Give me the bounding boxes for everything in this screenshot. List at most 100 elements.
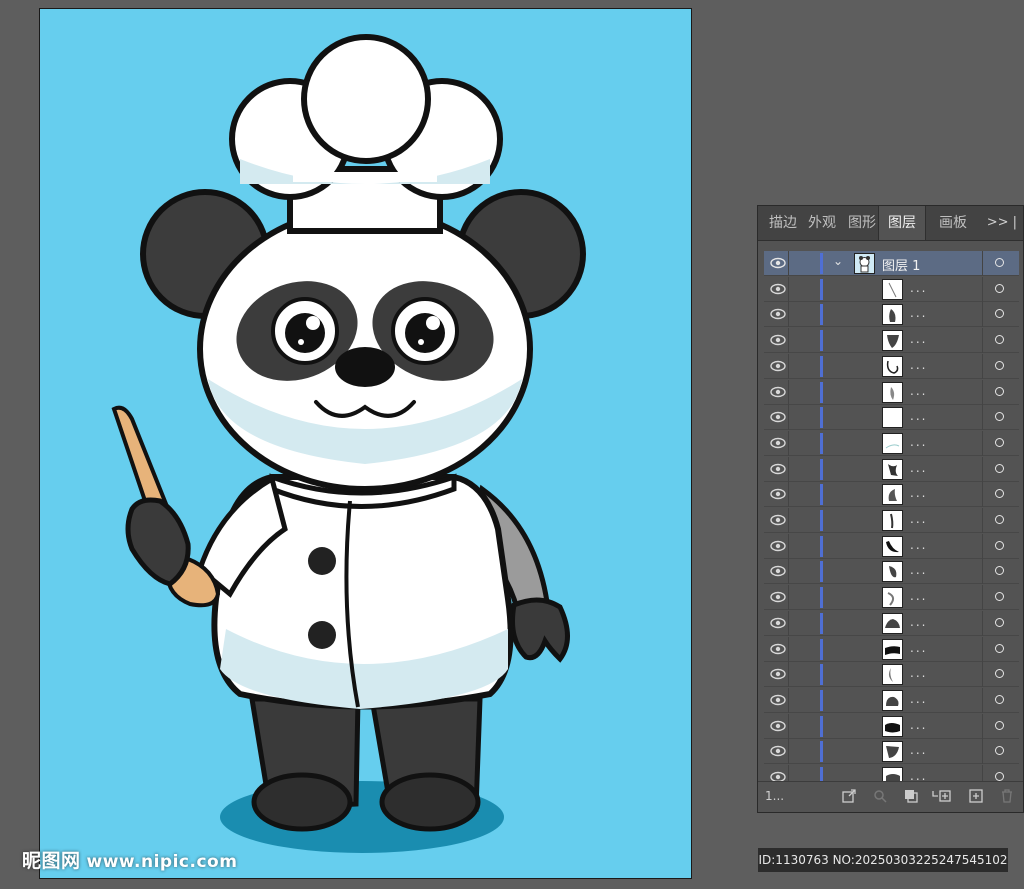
target-circle-icon[interactable] — [995, 412, 1004, 422]
layer-row[interactable]: ... — [764, 610, 1019, 636]
layer-row[interactable]: ... — [764, 482, 1019, 508]
layer-row[interactable]: ... — [764, 353, 1019, 379]
visibility-eye-icon[interactable] — [770, 591, 786, 603]
visibility-eye-icon[interactable] — [770, 257, 786, 269]
tab-stroke[interactable]: 描边 — [769, 206, 797, 240]
visibility-eye-icon[interactable] — [770, 540, 786, 552]
target-circle-icon[interactable] — [995, 258, 1004, 267]
new-layer-icon[interactable] — [969, 789, 983, 803]
search-icon[interactable] — [873, 789, 887, 803]
layer-name[interactable]: ... — [910, 641, 927, 655]
layer-name[interactable]: ... — [910, 461, 927, 475]
panel-menu-button[interactable]: >> | — [987, 206, 1017, 240]
target-circle-icon[interactable] — [995, 720, 1004, 730]
layer-row[interactable]: ... — [764, 739, 1019, 765]
target-circle-icon[interactable] — [995, 335, 1004, 345]
target-circle-icon[interactable] — [995, 592, 1004, 602]
layer-name[interactable]: ... — [910, 281, 927, 295]
layer-row[interactable]: ... — [764, 585, 1019, 611]
layer-name[interactable]: ... — [910, 332, 927, 346]
visibility-eye-icon[interactable] — [770, 463, 786, 475]
layer-name[interactable]: ... — [910, 615, 927, 629]
visibility-eye-icon[interactable] — [770, 360, 786, 372]
layer-name[interactable]: ... — [910, 409, 927, 423]
target-circle-icon[interactable] — [995, 746, 1004, 756]
target-circle-icon[interactable] — [995, 540, 1004, 550]
layer-row[interactable]: ... — [764, 559, 1019, 585]
layer-name[interactable]: ... — [910, 512, 927, 526]
new-sublayer-icon[interactable] — [932, 789, 952, 803]
layer-name[interactable]: ... — [910, 384, 927, 398]
layer-name[interactable]: ... — [910, 743, 927, 757]
visibility-eye-icon[interactable] — [770, 694, 786, 706]
layer-name[interactable]: ... — [910, 666, 927, 680]
visibility-eye-icon[interactable] — [770, 668, 786, 680]
target-circle-icon[interactable] — [995, 566, 1004, 576]
layer-name[interactable]: ... — [910, 563, 927, 577]
target-circle-icon[interactable] — [995, 643, 1004, 653]
target-circle-icon[interactable] — [995, 463, 1004, 473]
layer-list[interactable]: ⌄ 图层 1 .................................… — [758, 251, 1023, 781]
layer-row[interactable]: ... — [764, 456, 1019, 482]
visibility-eye-icon[interactable] — [770, 565, 786, 577]
visibility-eye-icon[interactable] — [770, 283, 786, 295]
layer-name[interactable]: ... — [910, 769, 927, 781]
visibility-eye-icon[interactable] — [770, 771, 786, 781]
layer-row-parent[interactable]: ⌄ 图层 1 — [764, 251, 1019, 276]
layer-name[interactable]: 图层 1 — [882, 255, 920, 274]
layer-row[interactable]: ... — [764, 508, 1019, 533]
target-circle-icon[interactable] — [995, 309, 1004, 319]
artboard[interactable] — [39, 8, 692, 879]
layer-name[interactable]: ... — [910, 358, 927, 372]
layer-row[interactable]: ... — [764, 687, 1019, 713]
trash-icon[interactable] — [1000, 789, 1014, 803]
tab-appearance[interactable]: 外观 — [808, 206, 836, 240]
target-circle-icon[interactable] — [995, 386, 1004, 396]
visibility-eye-icon[interactable] — [770, 514, 786, 526]
layer-row[interactable]: ... — [764, 328, 1019, 354]
layer-name[interactable]: ... — [910, 692, 927, 706]
layer-row[interactable]: ... — [764, 713, 1019, 739]
target-circle-icon[interactable] — [995, 360, 1004, 370]
layer-name[interactable]: ... — [910, 306, 927, 320]
target-circle-icon[interactable] — [995, 283, 1004, 293]
target-circle-icon[interactable] — [995, 617, 1004, 627]
layer-row[interactable]: ... — [764, 662, 1019, 688]
layer-name[interactable]: ... — [910, 435, 927, 449]
clip-mask-icon[interactable] — [904, 789, 918, 803]
visibility-eye-icon[interactable] — [770, 745, 786, 757]
layer-row[interactable]: ... — [764, 276, 1019, 302]
visibility-eye-icon[interactable] — [770, 308, 786, 320]
target-circle-icon[interactable] — [995, 669, 1004, 679]
layer-name[interactable]: ... — [910, 486, 927, 500]
layer-name[interactable]: ... — [910, 589, 927, 603]
layer-row[interactable]: ... — [764, 379, 1019, 405]
layer-row[interactable]: ... — [764, 302, 1019, 328]
target-circle-icon[interactable] — [995, 515, 1004, 524]
visibility-eye-icon[interactable] — [770, 386, 786, 398]
visibility-eye-icon[interactable] — [770, 334, 786, 346]
target-circle-icon[interactable] — [995, 437, 1004, 447]
layer-row[interactable]: ... — [764, 636, 1019, 662]
visibility-eye-icon[interactable] — [770, 411, 786, 423]
visibility-eye-icon[interactable] — [770, 617, 786, 629]
tab-artboards[interactable]: 画板 — [939, 206, 967, 240]
visibility-eye-icon[interactable] — [770, 720, 786, 732]
layer-row[interactable]: ... — [764, 430, 1019, 456]
target-circle-icon[interactable] — [995, 694, 1004, 704]
layer-color-bar — [820, 355, 823, 377]
chevron-down-icon[interactable]: ⌄ — [833, 254, 843, 268]
layer-name[interactable]: ... — [910, 538, 927, 552]
tab-layers[interactable]: 图层 — [878, 206, 926, 240]
layer-row[interactable]: ... — [764, 765, 1019, 781]
tab-graphic-styles[interactable]: 图形 — [848, 206, 876, 240]
visibility-eye-icon[interactable] — [770, 488, 786, 500]
target-circle-icon[interactable] — [995, 489, 1004, 499]
layer-name[interactable]: ... — [910, 718, 927, 732]
export-icon[interactable] — [842, 789, 856, 803]
layer-row[interactable]: ... — [764, 533, 1019, 559]
visibility-eye-icon[interactable] — [770, 643, 786, 655]
target-circle-icon[interactable] — [995, 772, 1004, 781]
layer-row[interactable]: ... — [764, 405, 1019, 431]
visibility-eye-icon[interactable] — [770, 437, 786, 449]
